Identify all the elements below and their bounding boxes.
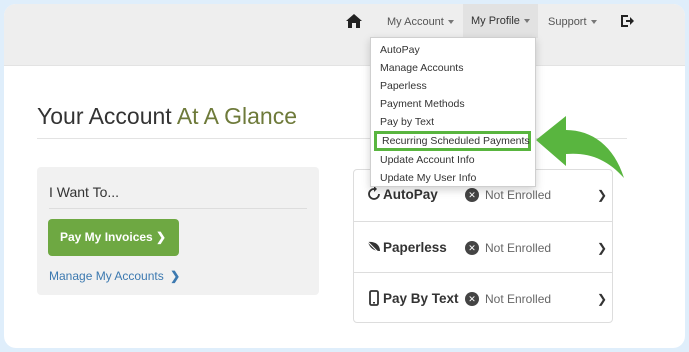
dropdown-item-autopay[interactable]: AutoPay (371, 41, 535, 59)
nav-my-profile[interactable]: My Profile (463, 4, 538, 38)
nav-my-profile-label: My Profile (471, 15, 520, 27)
nav-my-account[interactable]: My Account (387, 12, 454, 32)
leaf-icon (367, 241, 380, 253)
dropdown-item-paperless[interactable]: Paperless (371, 77, 535, 95)
x-circle-icon: ✕ (465, 292, 479, 306)
home-icon[interactable] (344, 12, 364, 30)
page-title: Your Account At A Glance (37, 103, 297, 130)
status-row-paperless-status: Not Enrolled (485, 241, 552, 255)
page-title-main: Your Account (37, 103, 172, 129)
status-row-pay-by-text-status: Not Enrolled (485, 292, 552, 306)
logout-icon[interactable] (619, 13, 635, 29)
refresh-icon (368, 186, 380, 200)
dropdown-item-manage-accounts[interactable]: Manage Accounts (371, 59, 535, 77)
dropdown-item-update-my-user-info[interactable]: Update My User Info (371, 169, 535, 187)
my-profile-dropdown: AutoPay Manage Accounts Paperless Paymen… (370, 37, 536, 187)
dropdown-item-update-account-info[interactable]: Update Account Info (371, 151, 535, 169)
status-row-pay-by-text-label: Pay By Text (383, 291, 459, 306)
chevron-right-icon: ❯ (597, 292, 608, 306)
chevron-right-icon: ❯ (156, 230, 167, 244)
chevron-down-icon (523, 19, 530, 24)
app-frame: My Account My Profile Support AutoPay Ma… (4, 4, 685, 348)
status-row-autopay-label: AutoPay (383, 187, 438, 202)
chevron-right-icon: ❯ (597, 241, 608, 255)
enrollment-status-panel: AutoPay ✕ Not Enrolled ❯ Paperless ✕ Not… (353, 169, 613, 323)
status-row-paperless-label: Paperless (383, 240, 447, 255)
dropdown-item-pay-by-text[interactable]: Pay by Text (371, 113, 535, 131)
nav-support[interactable]: Support (548, 12, 597, 32)
pay-my-invoices-button[interactable]: Pay My Invoices ❯ (48, 219, 179, 256)
nav-my-account-label: My Account (387, 16, 444, 28)
manage-my-accounts-link[interactable]: Manage My Accounts ❯ (49, 269, 180, 283)
nav-support-label: Support (548, 16, 587, 28)
phone-icon (369, 290, 379, 306)
chevron-down-icon (447, 20, 454, 25)
page-title-accent: At A Glance (176, 103, 298, 129)
callout-arrow-icon (536, 116, 624, 178)
status-row-pay-by-text[interactable]: Pay By Text ✕ Not Enrolled ❯ (354, 272, 612, 324)
dropdown-item-payment-methods[interactable]: Payment Methods (371, 95, 535, 113)
i-want-to-title: I Want To... (49, 184, 120, 200)
i-want-to-divider (49, 208, 307, 209)
manage-my-accounts-label: Manage My Accounts (49, 269, 164, 283)
top-navbar: My Account My Profile Support (4, 4, 685, 66)
x-circle-icon: ✕ (465, 241, 479, 255)
chevron-right-icon: ❯ (170, 269, 181, 283)
x-circle-icon: ✕ (465, 188, 479, 202)
dropdown-item-recurring-scheduled-payments[interactable]: Recurring Scheduled Payments (374, 131, 531, 151)
i-want-to-panel: I Want To... Pay My Invoices ❯ Manage My… (37, 167, 319, 295)
status-row-paperless[interactable]: Paperless ✕ Not Enrolled ❯ (354, 221, 612, 273)
pay-my-invoices-label: Pay My Invoices (60, 230, 153, 244)
chevron-down-icon (590, 20, 597, 25)
